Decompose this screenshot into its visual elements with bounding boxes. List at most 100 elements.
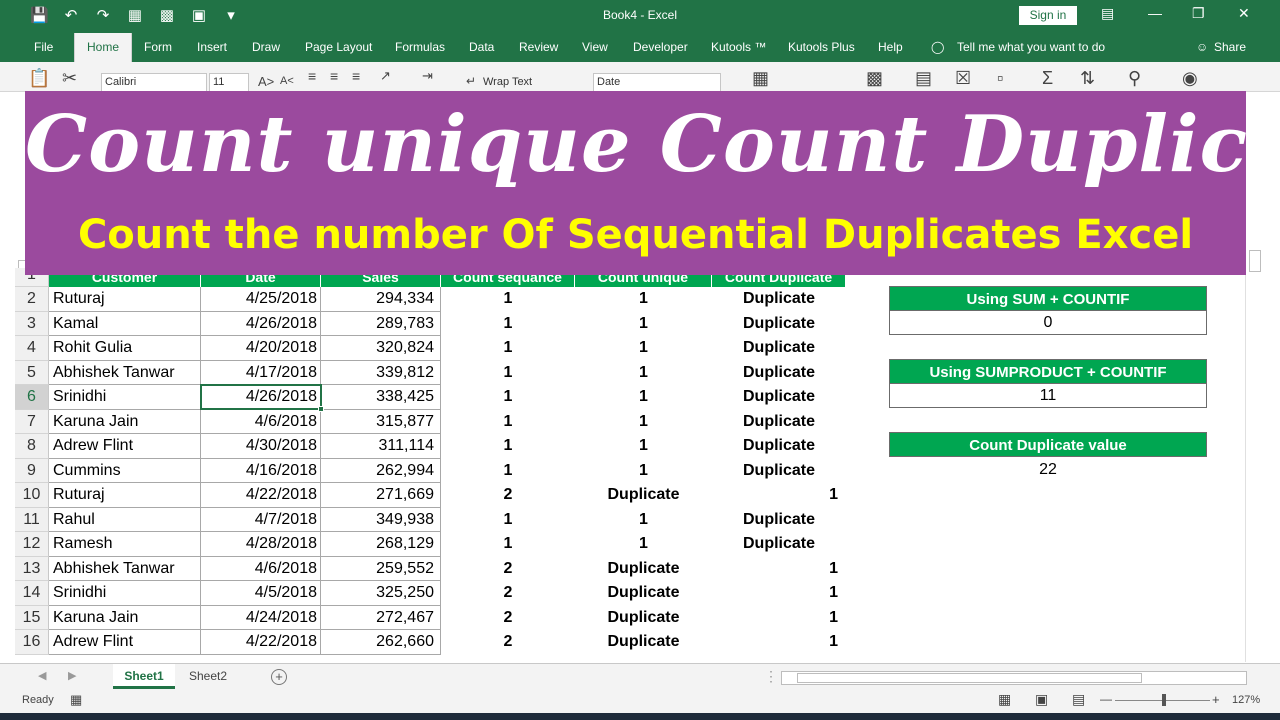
format-cells-icon[interactable]: ▫: [997, 68, 1003, 89]
tab-developer[interactable]: Developer: [633, 40, 688, 54]
cell-count-duplicate[interactable]: 1: [712, 630, 846, 655]
cell-count-sequence[interactable]: 1: [441, 410, 575, 435]
find-select-icon[interactable]: ⚲: [1128, 68, 1141, 89]
cell-date[interactable]: 4/6/2018: [201, 409, 321, 434]
summary-value-count-duplicate[interactable]: 22: [889, 458, 1207, 482]
cell-count-unique[interactable]: 1: [575, 287, 712, 312]
cell-customer[interactable]: Srinidhi: [49, 385, 201, 410]
conditional-formatting-icon[interactable]: ▦: [752, 68, 769, 89]
header-customer[interactable]: Customer: [49, 275, 201, 287]
tab-kutools-plus[interactable]: Kutools Plus: [788, 40, 855, 54]
tab-sheet2[interactable]: Sheet2: [177, 664, 239, 689]
cell-date[interactable]: 4/5/2018: [201, 581, 321, 606]
share-icon[interactable]: ☺: [1196, 40, 1208, 54]
cell-date[interactable]: 4/28/2018: [201, 532, 321, 557]
cell-count-duplicate[interactable]: Duplicate: [712, 508, 846, 533]
cell-date[interactable]: 4/30/2018: [201, 434, 321, 459]
summary-label-sumproduct-countif[interactable]: Using SUMPRODUCT + COUNTIF: [889, 359, 1207, 384]
cell-sales[interactable]: 325,250: [321, 581, 441, 606]
cell-count-duplicate[interactable]: 1: [712, 606, 846, 631]
ribbon-display-options-icon[interactable]: ▤: [1101, 5, 1114, 22]
camera-icon[interactable]: ◉: [1182, 68, 1198, 89]
cell-count-sequence[interactable]: 1: [441, 434, 575, 459]
wrap-text-button[interactable]: Wrap Text: [483, 76, 532, 88]
cell-sales[interactable]: 268,129: [321, 532, 441, 557]
tab-sheet1[interactable]: Sheet1: [113, 664, 175, 689]
cell-count-sequence[interactable]: 2: [441, 483, 575, 508]
cell-sales[interactable]: 272,467: [321, 605, 441, 630]
cell-count-unique[interactable]: 1: [575, 434, 712, 459]
horizontal-scrollbar[interactable]: [781, 671, 1247, 685]
cell-customer[interactable]: Rohit Gulia: [49, 336, 201, 361]
zoom-in-icon[interactable]: +: [1212, 692, 1220, 707]
page-break-view-icon[interactable]: ▤: [1072, 691, 1085, 708]
tab-formulas[interactable]: Formulas: [395, 40, 445, 54]
cell-customer[interactable]: Cummins: [49, 458, 201, 483]
cell-count-unique[interactable]: Duplicate: [575, 557, 712, 582]
summary-value-sumproduct-countif[interactable]: 11: [889, 384, 1207, 408]
cell-count-sequence[interactable]: 1: [441, 532, 575, 557]
cell-styles-icon[interactable]: ▩: [866, 68, 883, 89]
row-header[interactable]: 12: [15, 532, 49, 557]
row-header[interactable]: 10: [15, 483, 49, 508]
row-header[interactable]: 16: [15, 630, 49, 655]
cell-count-duplicate[interactable]: Duplicate: [712, 459, 846, 484]
cell-sales[interactable]: 311,114: [321, 434, 441, 459]
cell-sales[interactable]: 262,994: [321, 458, 441, 483]
cell-count-duplicate[interactable]: Duplicate: [712, 532, 846, 557]
cell-date[interactable]: 4/7/2018: [201, 507, 321, 532]
cell-customer[interactable]: Srinidhi: [49, 581, 201, 606]
cell-count-unique[interactable]: 1: [575, 508, 712, 533]
row-header[interactable]: 9: [15, 458, 49, 483]
cell-count-unique[interactable]: 1: [575, 312, 712, 337]
row-header[interactable]: 4: [15, 336, 49, 361]
zoom-out-icon[interactable]: —: [1100, 692, 1112, 706]
cell-sales[interactable]: 294,334: [321, 287, 441, 312]
cell-count-sequence[interactable]: 1: [441, 336, 575, 361]
header-count-sequence[interactable]: Count sequance: [441, 275, 575, 287]
cell-count-unique[interactable]: Duplicate: [575, 581, 712, 606]
tab-form[interactable]: Form: [144, 40, 172, 54]
cell-count-duplicate[interactable]: Duplicate: [712, 287, 846, 312]
minimize-icon[interactable]: —: [1148, 5, 1162, 21]
cell-count-unique[interactable]: 1: [575, 410, 712, 435]
cell-count-sequence[interactable]: 1: [441, 508, 575, 533]
cell-count-duplicate[interactable]: 1: [712, 557, 846, 582]
cell-sales[interactable]: 315,877: [321, 409, 441, 434]
cell-count-unique[interactable]: 1: [575, 361, 712, 386]
tab-kutools[interactable]: Kutools ™: [711, 40, 766, 54]
cell-count-sequence[interactable]: 1: [441, 459, 575, 484]
cell-customer[interactable]: Ruturaj: [49, 483, 201, 508]
row-header[interactable]: 7: [15, 409, 49, 434]
cell-count-duplicate[interactable]: Duplicate: [712, 410, 846, 435]
tab-insert[interactable]: Insert: [197, 40, 227, 54]
cell-count-duplicate[interactable]: Duplicate: [712, 336, 846, 361]
cell-sales[interactable]: 259,552: [321, 556, 441, 581]
summary-label-count-duplicate[interactable]: Count Duplicate value: [889, 432, 1207, 457]
cell-count-sequence[interactable]: 1: [441, 361, 575, 386]
cell-date[interactable]: 4/22/2018: [201, 483, 321, 508]
summary-label-sum-countif[interactable]: Using SUM + COUNTIF: [889, 286, 1207, 311]
tab-view[interactable]: View: [582, 40, 608, 54]
cell-count-unique[interactable]: 1: [575, 459, 712, 484]
cell-count-sequence[interactable]: 1: [441, 312, 575, 337]
horizontal-scroll-thumb[interactable]: [797, 673, 1142, 683]
cell-count-unique[interactable]: Duplicate: [575, 630, 712, 655]
cell-count-duplicate[interactable]: 1: [712, 483, 846, 508]
cell-customer[interactable]: Kamal: [49, 311, 201, 336]
delete-cells-icon[interactable]: ☒: [955, 68, 971, 89]
prev-sheet-icon[interactable]: ◀: [38, 669, 46, 682]
cell-date[interactable]: 4/20/2018: [201, 336, 321, 361]
align-bottom-icon[interactable]: ≡: [352, 68, 360, 84]
header-count-duplicate[interactable]: Count Duplicate: [712, 275, 846, 287]
indent-icon[interactable]: ⇥: [422, 68, 433, 84]
cell-date[interactable]: 4/6/2018: [201, 556, 321, 581]
summary-value-sum-countif[interactable]: 0: [889, 311, 1207, 335]
row-header[interactable]: 3: [15, 311, 49, 336]
cell-count-duplicate[interactable]: Duplicate: [712, 312, 846, 337]
sort-filter-icon[interactable]: ⇅: [1080, 68, 1095, 89]
cell-count-duplicate[interactable]: Duplicate: [712, 361, 846, 386]
font-size-select[interactable]: 11: [209, 73, 249, 93]
cell-count-sequence[interactable]: 2: [441, 630, 575, 655]
cell-count-unique[interactable]: 1: [575, 532, 712, 557]
